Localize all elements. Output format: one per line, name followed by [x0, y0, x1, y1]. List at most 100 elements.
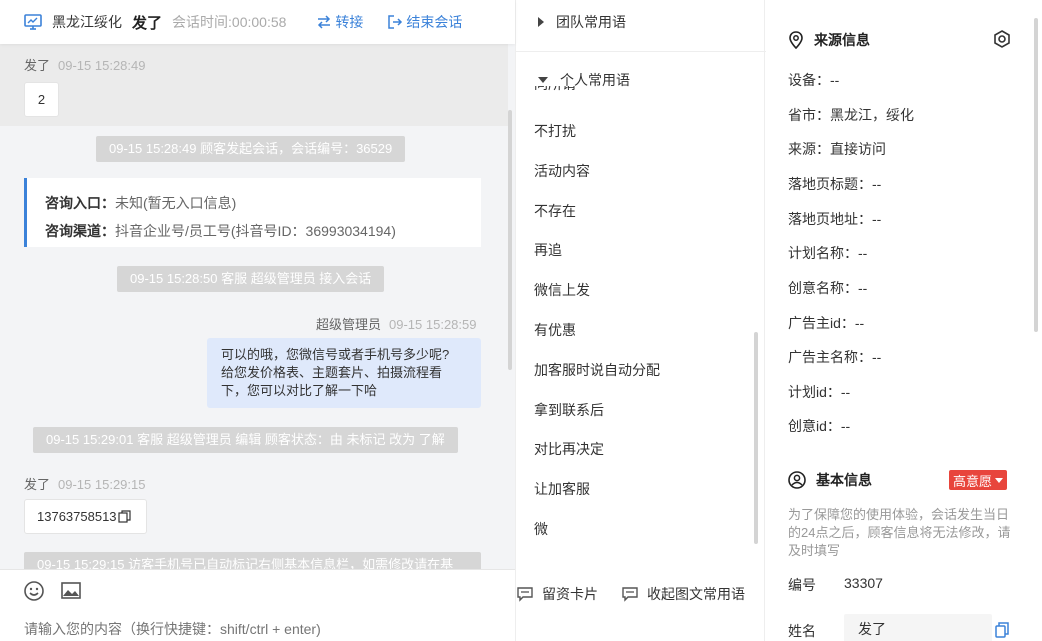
collapse-phrases-label: 收起图文常用语 — [647, 586, 745, 602]
card-icon — [517, 587, 533, 602]
transfer-button[interactable]: 转接 — [316, 12, 363, 32]
source-row-advertiser-name: 广告主名称：-- — [788, 349, 882, 365]
phrase-item[interactable]: 活动内容 — [534, 161, 590, 181]
message-meta: 超级管理员 09-15 15:28:59 — [316, 314, 476, 333]
copy-icon[interactable] — [117, 510, 131, 523]
message-meta: 发了 09-15 15:29:15 — [24, 474, 145, 493]
lead-card-label: 留资卡片 — [542, 586, 598, 602]
message-line: 给您发价格表、主题套片、拍摄流程看 — [221, 365, 443, 380]
message-input[interactable] — [24, 621, 504, 637]
inquiry-info-card: 咨询入口：未知(暂无入口信息) 咨询渠道：抖音企业号/员工号(抖音号ID：369… — [24, 178, 481, 247]
phrase-item[interactable]: 不存在 — [534, 201, 576, 221]
inquiry-entry-row: 咨询入口：未知(暂无入口信息) — [45, 189, 463, 217]
message-sender: 发了 — [24, 58, 51, 73]
source-info-heading: 来源信息 — [788, 30, 870, 50]
phone-number-text: 13763758513 — [37, 509, 117, 524]
message-line: 下，您可以对比了解一下哈 — [221, 383, 378, 398]
source-row-creative-id: 创意id：-- — [788, 418, 851, 434]
monitor-icon — [24, 14, 42, 30]
transfer-label: 转接 — [335, 14, 364, 30]
source-row-device: 设备：-- — [788, 72, 840, 88]
source-info-title: 来源信息 — [814, 32, 870, 48]
phrases-panel: 团队常用语 个人常用语 同所谓 不打扰 活动内容 不存在 再追 微信上发 有优惠… — [515, 0, 766, 641]
phrases-scrollbar[interactable] — [754, 332, 758, 544]
team-phrases-label: 团队常用语 — [556, 14, 626, 30]
source-row-source: 来源：直接访问 — [788, 141, 886, 157]
exit-icon — [388, 15, 403, 29]
end-session-button[interactable]: 结束会话 — [387, 12, 462, 32]
inquiry-entry-value: 未知(暂无入口信息) — [115, 195, 237, 211]
message-sender: 超级管理员 — [316, 317, 382, 332]
session-timer-label: 会话时间: — [172, 14, 232, 30]
chat-panel: 黑龙江绥化 发了 会话时间: 00:00:58 转接 结束会话 发了 09-15 … — [0, 0, 515, 641]
phrase-item[interactable]: 微信上发 — [534, 280, 590, 300]
phrase-item[interactable]: 不打扰 — [534, 121, 576, 141]
chat-scrollbar[interactable] — [508, 110, 512, 370]
phrase-list[interactable]: 同所谓 不打扰 活动内容 不存在 再追 微信上发 有优惠 加客服时说自动分配 拿… — [516, 86, 766, 550]
session-timer-value: 00:00:58 — [231, 14, 287, 30]
transfer-icon — [318, 15, 331, 29]
phrase-item[interactable]: 再追 — [534, 240, 562, 260]
caret-down-icon — [538, 77, 548, 83]
settings-icon[interactable] — [992, 29, 1012, 49]
message-line: 可以的哦，您微信号或者手机号多少呢? — [221, 347, 450, 362]
chat-input-area — [0, 569, 515, 641]
card-icon — [622, 587, 638, 602]
info-scrollbar[interactable] — [1034, 18, 1038, 332]
customer-number-value: 33307 — [844, 575, 883, 591]
source-row-creative-name: 创意名称：-- — [788, 280, 868, 296]
customer-info-panel: 来源信息 设备：-- 省市：黑龙江，绥化 来源：直接访问 落地页标题：-- 落地… — [766, 0, 1042, 641]
intent-level-label: 高意愿 — [953, 473, 993, 489]
message-list[interactable]: 发了 09-15 15:28:49 2 09-15 15:28:49 顾客发起会话… — [0, 44, 515, 569]
inquiry-channel-row: 咨询渠道：抖音企业号/员工号(抖音号ID：36993034194) — [45, 217, 463, 245]
chat-header: 黑龙江绥化 发了 会话时间: 00:00:58 转接 结束会话 — [0, 0, 515, 44]
user-icon — [788, 471, 806, 489]
lead-card-button[interactable]: 留资卡片 — [516, 584, 598, 604]
visitor-location: 黑龙江绥化 — [52, 14, 122, 30]
collapse-phrases-button[interactable]: 收起图文常用语 — [621, 584, 745, 604]
visitor-nickname: 发了 — [132, 14, 163, 32]
source-row-advertiser-id: 广告主id：-- — [788, 315, 865, 331]
phrase-item[interactable]: 让加客服 — [534, 479, 590, 499]
message-time: 09-15 15:28:49 — [58, 58, 146, 73]
system-message: 09-15 15:28:50 客服 超级管理员 接入会话 — [117, 266, 385, 292]
system-message: 09-15 15:29:15 访客手机号已自动标记右侧基本信息栏，如需修改请在基 — [24, 552, 481, 569]
divider — [516, 51, 766, 52]
customer-name-field[interactable]: 发了 — [844, 614, 992, 641]
source-row-region: 省市：黑龙江，绥化 — [788, 107, 914, 123]
phrase-item[interactable]: 同所谓 — [534, 86, 576, 94]
phrase-item[interactable]: 对比再决定 — [534, 439, 604, 459]
system-message: 09-15 15:28:49 顾客发起会话，会话编号：36529 — [96, 136, 406, 162]
team-phrases-group[interactable]: 团队常用语 — [516, 0, 766, 44]
caret-right-icon — [538, 17, 544, 27]
source-row-plan-name: 计划名称：-- — [788, 245, 868, 261]
inquiry-channel-value: 抖音企业号/员工号(抖音号ID：36993034194) — [115, 223, 396, 239]
phrase-item[interactable]: 有优惠 — [534, 320, 576, 340]
message-time: 09-15 15:28:59 — [389, 317, 477, 332]
copy-icon[interactable] — [994, 622, 1010, 638]
message-time: 09-15 15:29:15 — [58, 477, 146, 492]
system-message: 09-15 15:29:01 客服 超级管理员 编辑 顾客状态：由 未标记 改为… — [33, 427, 458, 453]
inquiry-entry-label: 咨询入口： — [45, 195, 115, 211]
source-row-landing-url: 落地页地址：-- — [788, 211, 882, 227]
customer-name-label: 姓名 — [788, 623, 816, 639]
emoji-icon[interactable] — [23, 580, 45, 602]
basic-info-title: 基本信息 — [816, 472, 872, 488]
basic-info-heading: 基本信息 — [788, 470, 872, 490]
source-row-plan-id: 计划id：-- — [788, 384, 851, 400]
location-icon — [789, 31, 803, 49]
end-session-label: 结束会话 — [406, 14, 463, 30]
phrase-item[interactable]: 拿到联系后 — [534, 400, 604, 420]
message-sender: 发了 — [24, 477, 51, 492]
incoming-message-bubble: 2 — [24, 82, 59, 117]
source-row-landing-title: 落地页标题：-- — [788, 176, 882, 192]
outgoing-message-bubble: 可以的哦，您微信号或者手机号多少呢? 给您发价格表、主题套片、拍摄流程看 下，您… — [207, 338, 481, 408]
image-icon[interactable] — [60, 580, 82, 602]
phrase-item[interactable]: 加客服时说自动分配 — [534, 360, 660, 380]
caret-down-icon — [995, 477, 1004, 483]
intent-level-dropdown[interactable]: 高意愿 — [949, 470, 1008, 490]
customer-number-label: 编号 — [788, 577, 816, 593]
message-meta: 发了 09-15 15:28:49 — [24, 55, 145, 74]
edit-notice: 为了保障您的使用体验，会话发生当日的24点之后，顾客信息将无法修改，请及时填写 — [788, 507, 1011, 558]
phrase-item[interactable]: 微 — [534, 519, 548, 539]
